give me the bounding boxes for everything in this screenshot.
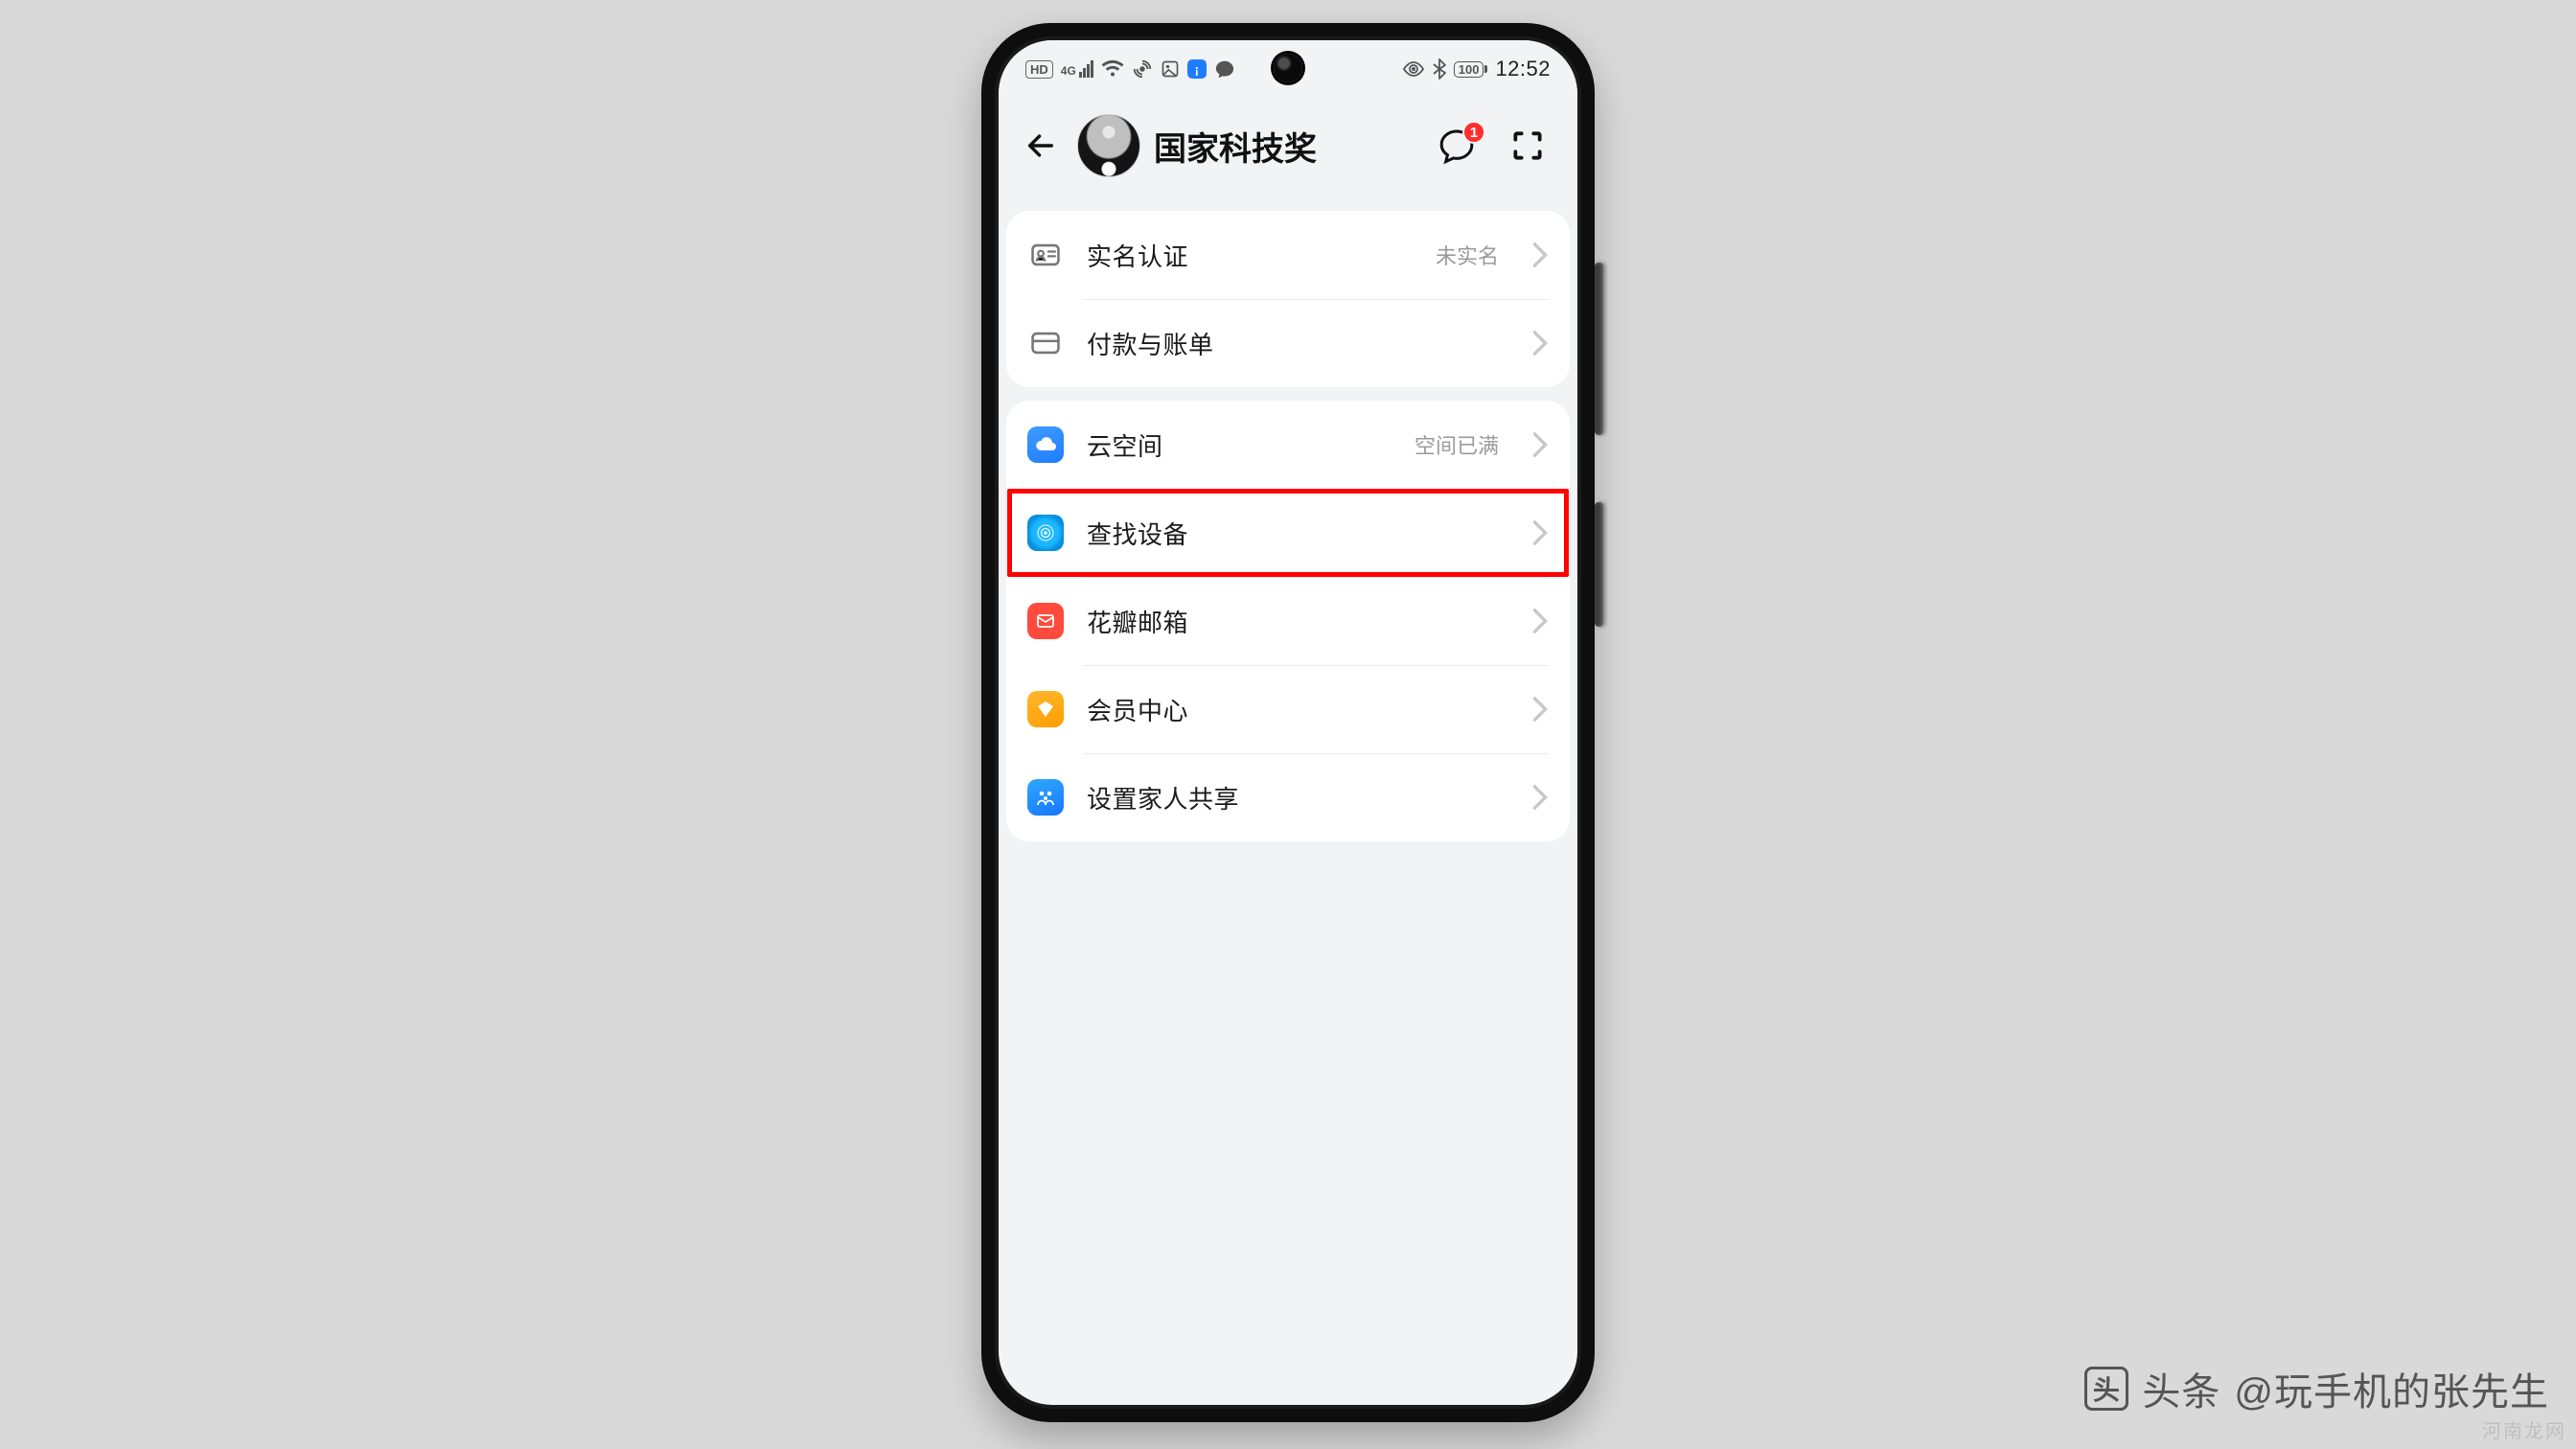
cloud-icon (1027, 426, 1064, 463)
messages-button[interactable]: 1 (1434, 123, 1480, 169)
row-label: 云空间 (1087, 427, 1392, 463)
watermark-author: @玩手机的张先生 (2234, 1361, 2549, 1416)
watermark-source: 头条 (2142, 1361, 2220, 1416)
page-title: 国家科技奖 (1154, 123, 1420, 170)
row-label: 花瓣邮箱 (1087, 604, 1508, 639)
settings-content: 实名认证 未实名 付款与账单 (999, 211, 1577, 864)
avatar[interactable] (1077, 114, 1140, 177)
notif-chat-icon (1214, 58, 1235, 80)
bluetooth-icon (1433, 58, 1446, 80)
find-device-icon (1027, 515, 1064, 551)
notif-image-icon (1161, 59, 1180, 79)
toutiao-logo-icon: 头 (2084, 1367, 2128, 1411)
row-label: 实名认证 (1087, 238, 1413, 273)
wallet-icon (1027, 325, 1064, 361)
scan-icon (1509, 127, 1546, 164)
title-bar: 国家科技奖 1 (999, 94, 1577, 197)
scan-button[interactable] (1505, 123, 1551, 169)
screen: HD 4G (999, 40, 1577, 1405)
row-mail[interactable]: 花瓣邮箱 (1006, 577, 1570, 665)
services-group: 云空间 空间已满 查找设备 (1006, 401, 1570, 841)
chevron-right-icon (1531, 431, 1549, 458)
chevron-right-icon (1531, 696, 1549, 723)
notification-badge: 1 (1462, 121, 1485, 144)
mail-icon (1027, 603, 1064, 639)
row-realname[interactable]: 实名认证 未实名 (1006, 211, 1570, 299)
row-trail: 未实名 (1436, 240, 1499, 270)
notif-app-icon: ¡ (1187, 59, 1207, 79)
row-label: 付款与账单 (1087, 326, 1508, 361)
eye-icon (1402, 60, 1425, 78)
row-trail: 空间已满 (1414, 429, 1499, 460)
hotspot-icon (1132, 58, 1153, 80)
volume-button (1595, 263, 1603, 435)
row-cloud[interactable]: 云空间 空间已满 (1006, 401, 1570, 489)
row-billing[interactable]: 付款与账单 (1006, 299, 1570, 387)
watermark-site: 河南龙网 (2482, 1415, 2566, 1443)
row-label: 查找设备 (1087, 516, 1508, 551)
row-label: 会员中心 (1087, 692, 1508, 727)
back-arrow-icon (1024, 129, 1057, 162)
family-icon (1027, 779, 1064, 816)
row-find-device[interactable]: 查找设备 (1006, 489, 1570, 577)
member-icon (1027, 691, 1064, 727)
network-indicator: 4G (1061, 60, 1093, 78)
hd-indicator: HD (1025, 60, 1053, 79)
chevron-right-icon (1531, 784, 1549, 811)
chevron-right-icon (1531, 242, 1549, 268)
chevron-right-icon (1531, 608, 1549, 634)
account-group: 实名认证 未实名 付款与账单 (1006, 211, 1570, 387)
phone-frame: HD 4G (981, 23, 1595, 1422)
row-family[interactable]: 设置家人共享 (1006, 753, 1570, 841)
row-member[interactable]: 会员中心 (1006, 665, 1570, 753)
power-button (1595, 502, 1603, 627)
back-button[interactable] (1018, 123, 1064, 169)
chevron-right-icon (1531, 330, 1549, 356)
battery-icon: 100 (1454, 61, 1488, 78)
clock: 12:52 (1495, 57, 1551, 81)
wifi-icon (1101, 59, 1124, 79)
chevron-right-icon (1531, 519, 1549, 546)
watermark-toutiao: 头 头条 @玩手机的张先生 (2084, 1361, 2549, 1416)
id-card-icon (1027, 237, 1064, 273)
camera-punch-hole (1274, 54, 1302, 82)
row-label: 设置家人共享 (1087, 780, 1508, 816)
